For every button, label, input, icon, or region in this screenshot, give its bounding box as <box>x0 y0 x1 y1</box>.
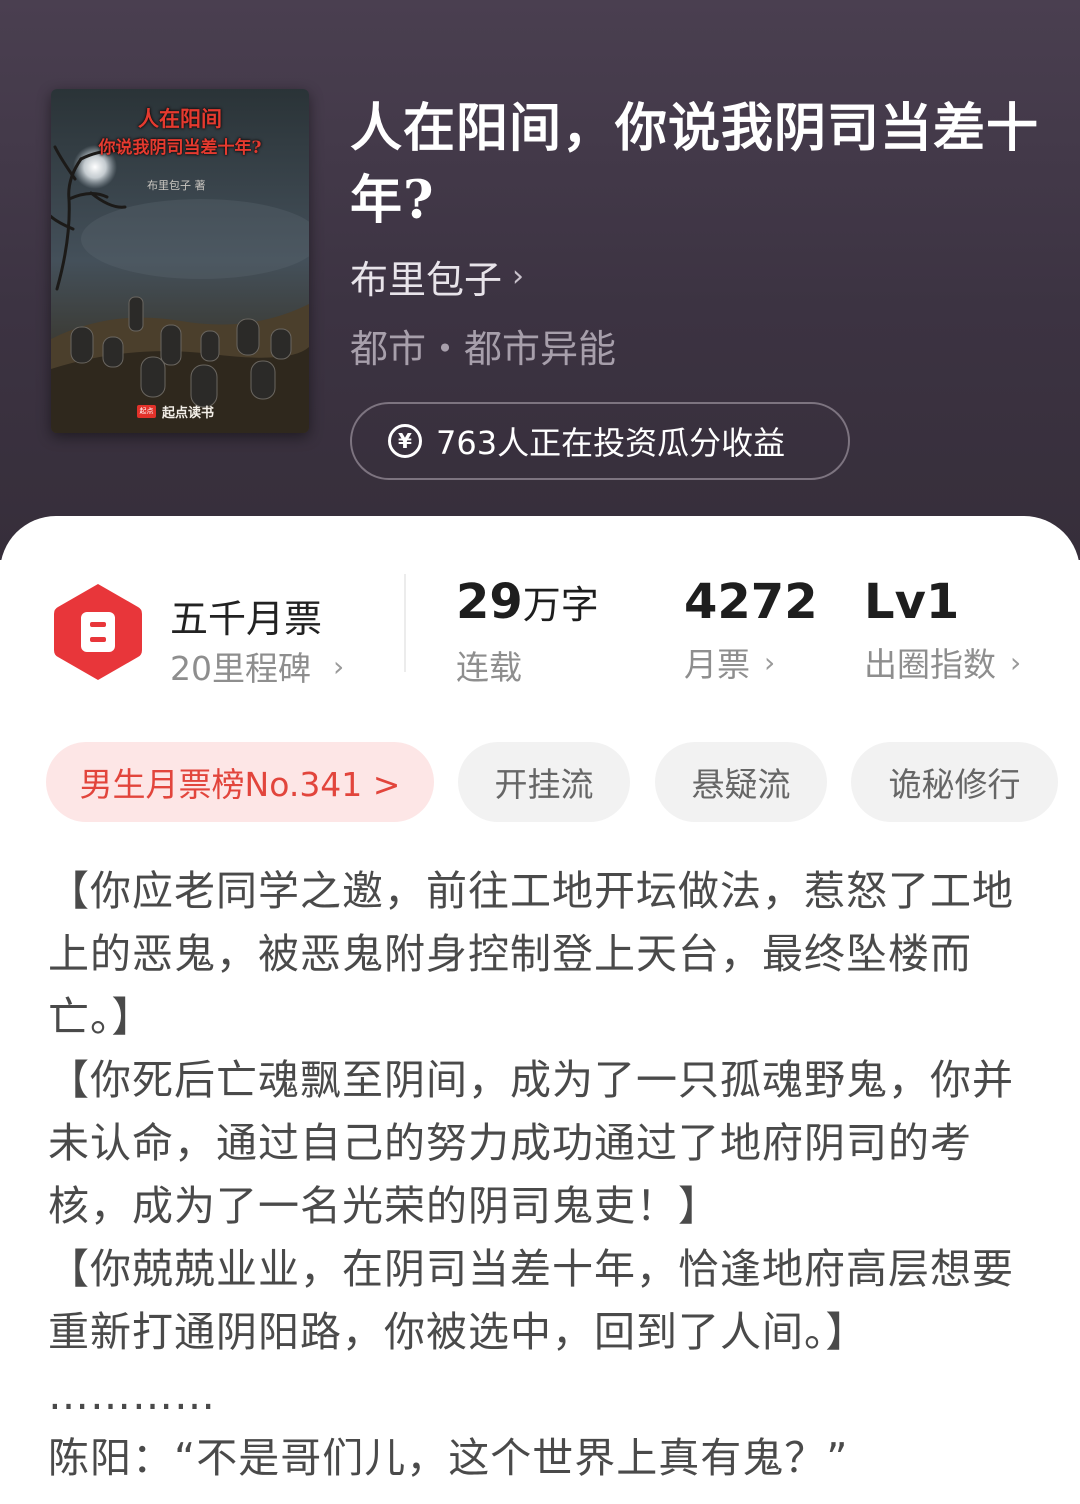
chevron-right-icon: › <box>512 258 525 294</box>
monthly-ticket-label-row: 月票 › <box>684 638 818 686</box>
word-count-unit: 万字 <box>522 583 599 627</box>
cover-title-line1: 人在阳间 <box>138 106 222 131</box>
word-count-value: 29万字 <box>456 572 599 635</box>
tag-row: 男生月票榜No.341 > 开挂流 悬疑流 诡秘修行 <box>46 742 1080 824</box>
cover-title-line2: 你说我阴司当差十年? <box>98 138 262 158</box>
monthly-ticket-milestone[interactable]: 五千月票 20里程碑 › <box>50 580 470 690</box>
monthly-ticket-label: 月票 <box>684 645 750 684</box>
ticket-badge-icon <box>54 584 142 680</box>
circle-index-value: Lv1 <box>864 574 960 630</box>
monthly-ticket-stat[interactable]: 4272 月票 › <box>684 572 818 686</box>
serial-status-text: 连载 <box>456 648 522 687</box>
yen-circle-icon: ¥ <box>388 424 422 458</box>
chevron-right-icon: › <box>764 645 776 679</box>
book-genre: 都市・都市异能 <box>350 327 617 371</box>
monthly-ticket-value: 4272 <box>684 574 818 630</box>
tag-item[interactable]: 诡秘修行 <box>851 742 1058 822</box>
book-synopsis: 【你应老同学之邀，前往工地开坛做法，惹怒了工地上的恶鬼，被恶鬼附身控制登上天台，… <box>48 860 1018 1490</box>
synopsis-paragraph: 【你兢兢业业，在阴司当差十年，恰逢地府高层想要重新打通阴阳路，你被选中，回到了人… <box>48 1245 1014 1356</box>
author-link[interactable]: 布里包子 › <box>350 252 525 302</box>
publisher-logo-icon: 起点 <box>137 404 156 418</box>
book-info-card: 五千月票 20里程碑 › 29万字 连载 4272 月票 › Lv1 出圈指数 … <box>0 516 1080 1504</box>
serial-status-label: 连载 <box>456 641 599 689</box>
book-header: 人在阳间 你说我阴司当差十年? 布里包子 著 起点 起点读书 人在阳间，你说我阴… <box>0 0 1080 560</box>
synopsis-ellipsis: ………… <box>48 1371 216 1419</box>
ticket-subtitle: 20里程碑 <box>170 649 311 688</box>
cover-author: 布里包子 著 <box>147 179 206 192</box>
word-count-stat: 29万字 连载 <box>456 572 599 689</box>
stats-divider <box>404 574 406 672</box>
author-name: 布里包子 <box>350 257 503 302</box>
ticket-subtitle-row: 20里程碑 › <box>170 642 344 690</box>
synopsis-paragraph: 陈阳：“不是哥们儿，这个世界上真有鬼？” <box>48 1434 849 1482</box>
circle-index-label-row: 出圈指数 › <box>864 638 1021 686</box>
circle-index-label: 出圈指数 <box>864 645 996 684</box>
word-count-number: 29 <box>456 574 523 630</box>
synopsis-paragraph: 【你应老同学之邀，前往工地开坛做法，惹怒了工地上的恶鬼，被恶鬼附身控制登上天台，… <box>48 867 1014 1041</box>
invest-label: 763人正在投资瓜分收益 <box>436 424 786 462</box>
publisher-name: 起点读书 <box>162 405 215 421</box>
book-title: 人在阳间，你说我阴司当差十年? <box>350 98 1040 231</box>
invest-button[interactable]: ¥ 763人正在投资瓜分收益 <box>350 402 850 480</box>
synopsis-paragraph: 【你死后亡魂飘至阴间，成为了一只孤魂野鬼，你并未认命，通过自己的努力成功通过了地… <box>48 1056 1014 1230</box>
book-cover[interactable]: 人在阳间 你说我阴司当差十年? 布里包子 著 起点 起点读书 <box>51 89 309 433</box>
chevron-right-icon: › <box>1010 645 1022 679</box>
cover-publisher: 起点 起点读书 <box>137 401 214 421</box>
tag-item[interactable]: 悬疑流 <box>655 742 827 822</box>
rank-tag[interactable]: 男生月票榜No.341 > <box>46 742 434 822</box>
tag-item[interactable]: 开挂流 <box>458 742 630 822</box>
ticket-title: 五千月票 <box>170 597 323 641</box>
circle-index-stat[interactable]: Lv1 出圈指数 › <box>864 572 1021 686</box>
chevron-right-icon: › <box>333 649 345 683</box>
